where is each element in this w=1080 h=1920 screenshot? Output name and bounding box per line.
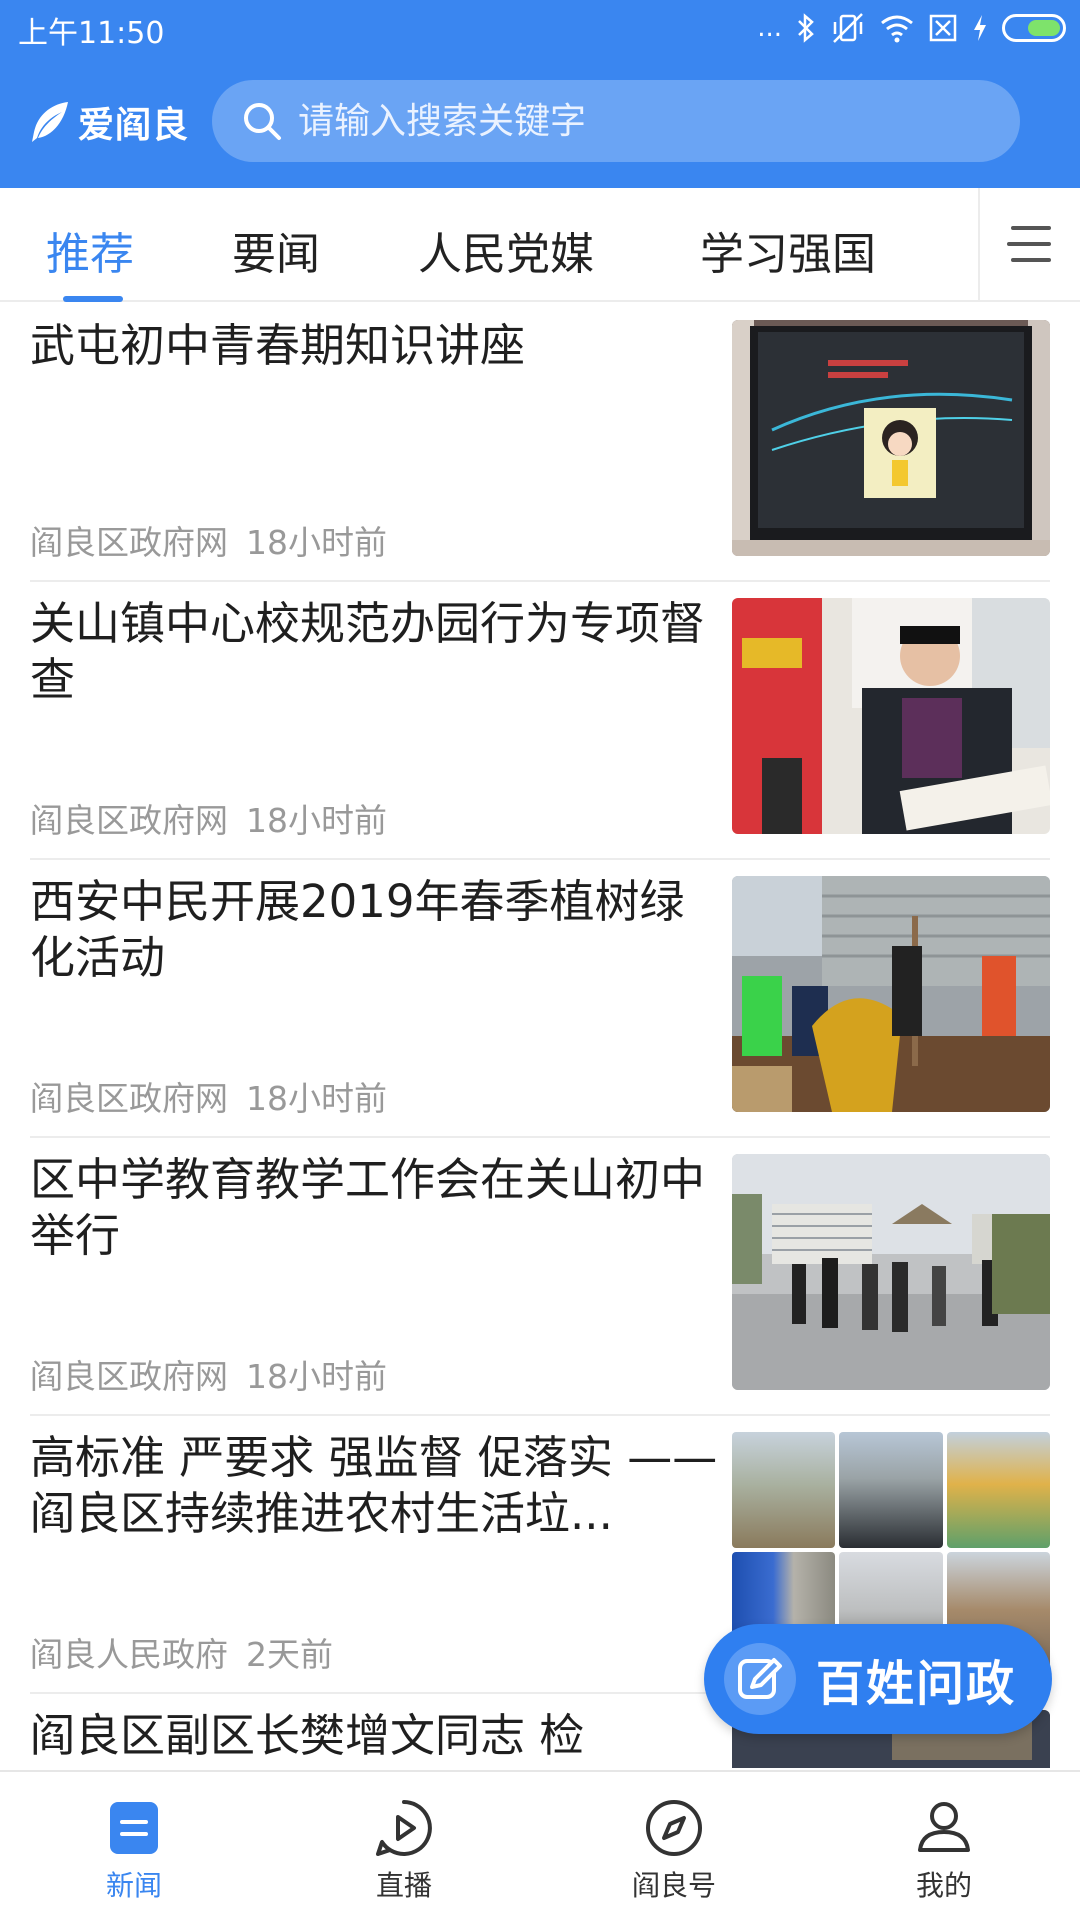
- news-thumbnail: [732, 1154, 1050, 1390]
- news-icon: [110, 1802, 158, 1854]
- nav-label: 新闻: [105, 1869, 162, 1902]
- news-thumbnail: [946, 1432, 1050, 1548]
- nav-me[interactable]: 我的: [864, 1798, 1024, 1908]
- play-icon: [376, 1800, 432, 1856]
- wifi-icon: [881, 15, 913, 43]
- nav-label: 直播: [375, 1869, 432, 1902]
- news-time: 2天前: [246, 1635, 333, 1674]
- tab-menu-button[interactable]: [978, 188, 1080, 300]
- nav-label: 我的: [915, 1869, 972, 1902]
- status-icons: ...: [757, 10, 1066, 46]
- search-icon: [244, 103, 281, 140]
- news-title: 武屯初中青春期知识讲座: [30, 319, 526, 372]
- nav-yanliang-hao[interactable]: 阎良号: [594, 1798, 754, 1908]
- tab-study[interactable]: 学习强国: [700, 218, 876, 282]
- category-tabs: 推荐 要闻 人民党媒 学习强国: [0, 188, 1080, 302]
- news-item[interactable]: 关山镇中心校规范办园行为专项督查 阎良区政府网 18小时前: [0, 582, 1080, 860]
- news-time: 18小时前: [246, 1357, 387, 1396]
- sim-icon: [929, 14, 957, 42]
- news-thumbnail: [732, 1432, 836, 1548]
- news-thumbnail: [839, 1432, 943, 1548]
- news-title: 高标准 严要求 强监督 促落实 ——阎良区持续推进农村生活垃...: [30, 1431, 718, 1540]
- news-time: 18小时前: [246, 523, 387, 562]
- news-source: 阎良区政府网: [30, 1079, 228, 1118]
- news-thumbnail: [732, 876, 1050, 1112]
- news-list: 武屯初中青春期知识讲座 阎良区政府网 18小时前 关山镇中心校规范办园行为专项督查…: [0, 304, 1080, 1768]
- app-logo[interactable]: 爱阎良: [28, 96, 189, 148]
- news-source: 阎良人民政府: [30, 1635, 228, 1674]
- bottom-navigation: 新闻 直播 阎良号 我的: [0, 1770, 1080, 1920]
- bluetooth-icon: [798, 13, 814, 43]
- citizen-inquiry-button[interactable]: 百姓问政: [704, 1624, 1052, 1734]
- news-meta: 阎良人民政府 2天前: [30, 1628, 333, 1676]
- status-time: 上午11:50: [18, 16, 165, 51]
- nav-label: 阎良号: [631, 1869, 716, 1902]
- tab-headlines[interactable]: 要闻: [232, 218, 320, 282]
- news-title: 西安中民开展2019年春季植树绿化活动: [30, 875, 685, 984]
- status-bar: 上午11:50 ...: [0, 0, 1080, 56]
- active-tab-indicator: [63, 296, 123, 302]
- nav-news[interactable]: 新闻: [54, 1798, 214, 1908]
- news-thumbnail: [732, 320, 1050, 556]
- news-title: 区中学教育教学工作会在关山初中举行: [30, 1153, 706, 1262]
- nav-live[interactable]: 直播: [324, 1798, 484, 1908]
- search-input[interactable]: [298, 100, 998, 142]
- news-title: 阎良区副区长樊增文同志 检: [30, 1709, 585, 1762]
- news-time: 18小时前: [246, 801, 387, 840]
- vibrate-icon: [833, 13, 863, 43]
- search-bar[interactable]: [212, 80, 1020, 162]
- battery-icon: [1002, 14, 1066, 42]
- app-header: 上午11:50 ... 爱阎良: [0, 0, 1080, 188]
- user-icon: [918, 1802, 970, 1852]
- news-meta: 阎良区政府网 18小时前: [30, 794, 387, 842]
- news-source: 阎良区政府网: [30, 801, 228, 840]
- news-meta: 阎良区政府网 18小时前: [30, 516, 387, 564]
- logo-text: 爱阎良: [78, 104, 190, 146]
- compass-icon: [646, 1800, 702, 1856]
- charging-icon: [974, 15, 986, 41]
- news-item[interactable]: 西安中民开展2019年春季植树绿化活动 阎良区政府网 18小时前: [0, 860, 1080, 1138]
- news-meta: 阎良区政府网 18小时前: [30, 1350, 387, 1398]
- news-meta: 阎良区政府网 18小时前: [30, 1072, 387, 1120]
- edit-icon: [724, 1643, 796, 1715]
- news-source: 阎良区政府网: [30, 523, 228, 562]
- news-thumbnail: [732, 598, 1050, 834]
- news-time: 18小时前: [246, 1079, 387, 1118]
- news-item[interactable]: 武屯初中青春期知识讲座 阎良区政府网 18小时前: [0, 304, 1080, 582]
- tab-recommend[interactable]: 推荐: [46, 218, 134, 282]
- tab-party-media[interactable]: 人民党媒: [418, 218, 594, 282]
- fab-label: 百姓问政: [816, 1656, 1017, 1712]
- news-title: 关山镇中心校规范办园行为专项督查: [30, 597, 706, 706]
- news-item[interactable]: 区中学教育教学工作会在关山初中举行 阎良区政府网 18小时前: [0, 1138, 1080, 1416]
- more-dots-icon: ...: [757, 13, 782, 43]
- feather-logo-icon: [32, 102, 68, 142]
- news-source: 阎良区政府网: [30, 1357, 228, 1396]
- menu-icon: [1007, 226, 1051, 262]
